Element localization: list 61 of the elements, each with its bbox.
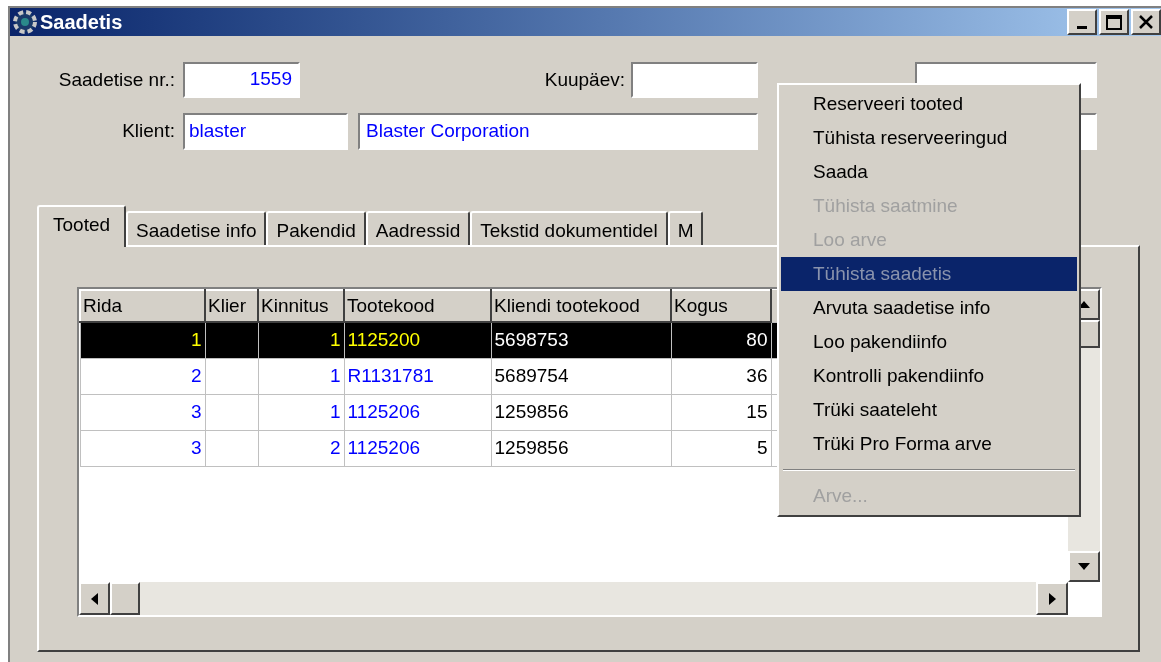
table-cell: 3 (80, 394, 205, 430)
table-cell: 5 (671, 430, 771, 466)
number-field[interactable]: 1559 (183, 62, 300, 98)
table-cell: 2 (258, 430, 344, 466)
column-header[interactable]: Rida (80, 290, 205, 322)
menu-item[interactable]: Trüki Pro Forma arve (781, 427, 1077, 461)
table-cell: 36 (671, 358, 771, 394)
column-header[interactable]: Tootekood (344, 290, 491, 322)
tab[interactable]: M (667, 211, 704, 245)
column-header[interactable]: Klier (205, 290, 258, 322)
table-cell: 1259856 (491, 430, 671, 466)
tab[interactable]: Tooted (37, 205, 127, 247)
table-cell: 1125206 (344, 430, 491, 466)
menu-item[interactable]: Kontrolli pakendiinfo (781, 359, 1077, 393)
table-cell: 1 (258, 358, 344, 394)
table-cell: 80 (671, 322, 771, 358)
menu-item[interactable]: Loo pakendiinfo (781, 325, 1077, 359)
menu-item[interactable]: Arvuta saadetise info (781, 291, 1077, 325)
table-cell: 2 (80, 358, 205, 394)
column-header[interactable]: Kinnitus (258, 290, 344, 322)
menu-item[interactable]: Reserveeri tooted (781, 87, 1077, 121)
horizontal-scrollbar[interactable] (79, 582, 1068, 615)
left-arrow-icon (91, 592, 98, 605)
menu-item[interactable]: Tühista reserveeringud (781, 121, 1077, 155)
down-arrow-icon (1078, 563, 1090, 570)
close-icon (1139, 15, 1153, 29)
minimize-button[interactable] (1067, 9, 1097, 35)
scroll-thumb[interactable] (110, 582, 140, 615)
table-cell: 1 (258, 322, 344, 358)
maximize-button[interactable] (1099, 9, 1129, 35)
table-cell: 3 (80, 430, 205, 466)
date-field[interactable] (631, 62, 758, 98)
table-cell: 1259856 (491, 394, 671, 430)
table-cell: 1 (258, 394, 344, 430)
table-cell: 1125206 (344, 394, 491, 430)
table-cell: R1131781 (344, 358, 491, 394)
client-name-field[interactable]: Blaster Corporation (358, 113, 758, 150)
scroll-right-button[interactable] (1036, 582, 1068, 615)
close-button[interactable] (1131, 9, 1161, 35)
right-arrow-icon (1048, 592, 1056, 605)
tab[interactable]: Aadressid (365, 211, 471, 245)
scroll-left-button[interactable] (79, 582, 110, 615)
table-cell: 15 (671, 394, 771, 430)
tab[interactable]: Tekstid dokumentidel (470, 211, 668, 245)
column-header[interactable]: Kliendi tootekood (491, 290, 671, 322)
table-cell: 1 (80, 322, 205, 358)
table-cell: 1125200 (344, 322, 491, 358)
field-label: Saadetise nr.: (57, 67, 175, 92)
gear-icon (12, 9, 38, 35)
menu-item[interactable]: Trüki saateleht (781, 393, 1077, 427)
scroll-down-button[interactable] (1068, 551, 1100, 582)
client-code-field[interactable]: blaster (183, 113, 348, 150)
table-cell: 5698753 (491, 322, 671, 358)
menu-item[interactable]: Saada (781, 155, 1077, 189)
field-label: Kuupäev: (543, 67, 625, 92)
tab[interactable]: Saadetise info (126, 211, 267, 245)
column-header[interactable]: Kogus (671, 290, 771, 322)
field-label: Klient: (121, 119, 175, 144)
table-cell: 5689754 (491, 358, 671, 394)
tab[interactable]: Pakendid (266, 211, 366, 245)
window-title: Saadetis (40, 10, 123, 35)
